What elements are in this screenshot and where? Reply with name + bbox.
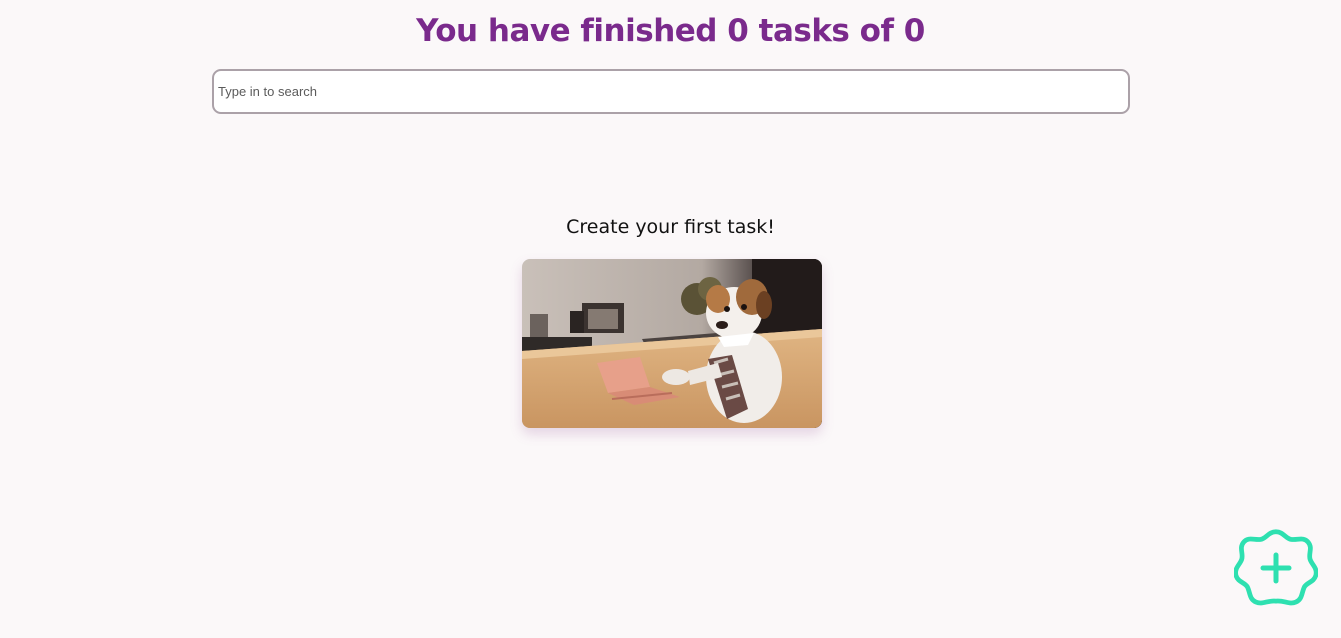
plus-badge-icon <box>1233 529 1319 606</box>
empty-state-heading: Create your first task! <box>566 216 775 238</box>
page-title: You have finished 0 tasks of 0 <box>416 13 925 49</box>
page: You have finished 0 tasks of 0 Create yo… <box>0 0 1341 638</box>
dog-at-desk-image <box>522 259 822 428</box>
add-task-button[interactable] <box>1233 527 1319 609</box>
search-input[interactable] <box>212 69 1130 114</box>
